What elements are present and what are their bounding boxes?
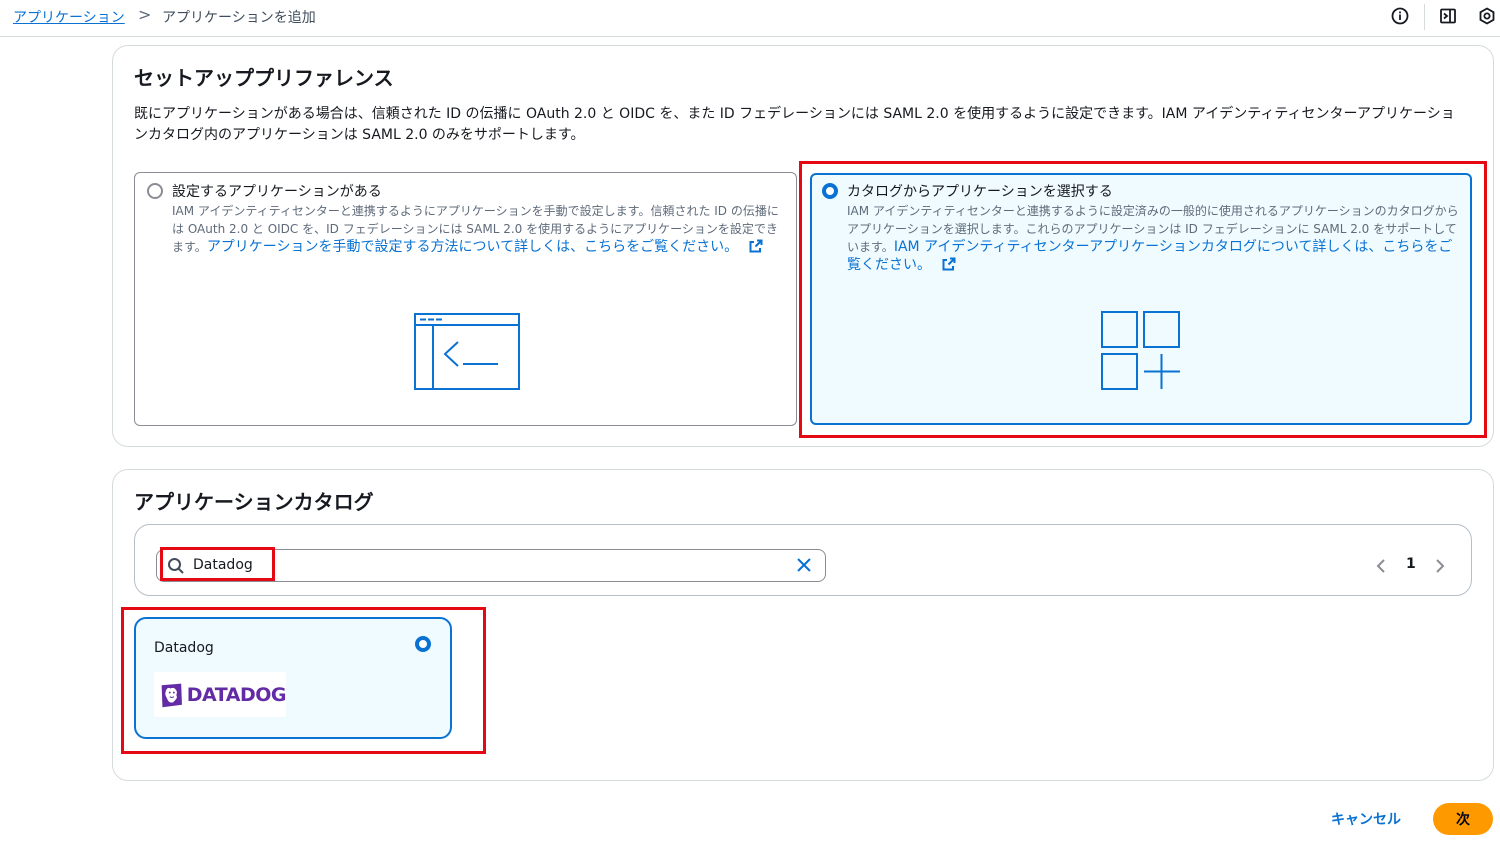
info-icon[interactable] <box>1390 6 1410 26</box>
datadog-logo-text: DATADOG <box>186 683 287 706</box>
clear-search-icon[interactable] <box>794 555 814 575</box>
radio-app-datadog[interactable] <box>415 636 431 652</box>
catalog-search-input[interactable] <box>156 549 826 582</box>
next-button[interactable]: 次 <box>1433 803 1493 835</box>
toolbar-divider <box>1424 4 1425 30</box>
setup-preferences-heading: セットアッププリファレンス <box>134 66 394 90</box>
option-catalog-title: カタログからアプリケーションを選択する <box>847 184 1113 200</box>
setup-preferences-description: 既にアプリケーションがある場合は、信頼された ID の伝播に OAuth 2.0… <box>134 106 1455 143</box>
search-icon <box>168 558 184 574</box>
option-manual-description: IAM アイデンティティセンターと連携するようにアプリケーションを手動で設定しま… <box>172 202 780 256</box>
breadcrumb-link-applications[interactable]: アプリケーション <box>13 7 125 27</box>
pagination-prev-icon[interactable] <box>1375 558 1387 574</box>
breadcrumb-separator: > <box>138 5 152 24</box>
pagination-current-page[interactable]: 1 <box>1406 556 1416 572</box>
application-catalog-heading: アプリケーションカタログ <box>134 490 374 514</box>
panel-icon[interactable] <box>1438 6 1458 26</box>
external-link-icon <box>749 239 763 253</box>
datadog-dog-icon <box>161 683 182 707</box>
top-bar: アプリケーション > アプリケーションを追加 <box>0 0 1500 37</box>
catalog-search-value[interactable]: Datadog <box>193 557 253 573</box>
option-manual-learn-more-link[interactable]: アプリケーションを手動で設定する方法について詳しくは、こちらをご覧ください。 <box>207 239 738 255</box>
application-grid-icon <box>1101 311 1180 390</box>
terminal-window-icon <box>414 313 520 390</box>
option-catalog-description: IAM アイデンティティセンターと連携するように設定済みの一般的に使用されるアプ… <box>847 202 1459 274</box>
breadcrumb-current: アプリケーションを追加 <box>162 10 316 26</box>
settings-icon[interactable] <box>1477 6 1497 26</box>
pagination-next-icon[interactable] <box>1434 558 1446 574</box>
option-manual-title: 設定するアプリケーションがある <box>172 184 382 200</box>
option-catalog-learn-more-link[interactable]: IAM アイデンティティセンターアプリケーションカタログについて詳しくは、こちら… <box>847 239 1452 273</box>
app-card-name: Datadog <box>154 640 214 656</box>
external-link-icon <box>942 257 956 271</box>
radio-catalog-application[interactable] <box>822 183 838 199</box>
radio-manual-application[interactable] <box>147 183 163 199</box>
datadog-logo: DATADOG <box>154 672 287 717</box>
cancel-button[interactable]: キャンセル <box>1316 805 1416 833</box>
